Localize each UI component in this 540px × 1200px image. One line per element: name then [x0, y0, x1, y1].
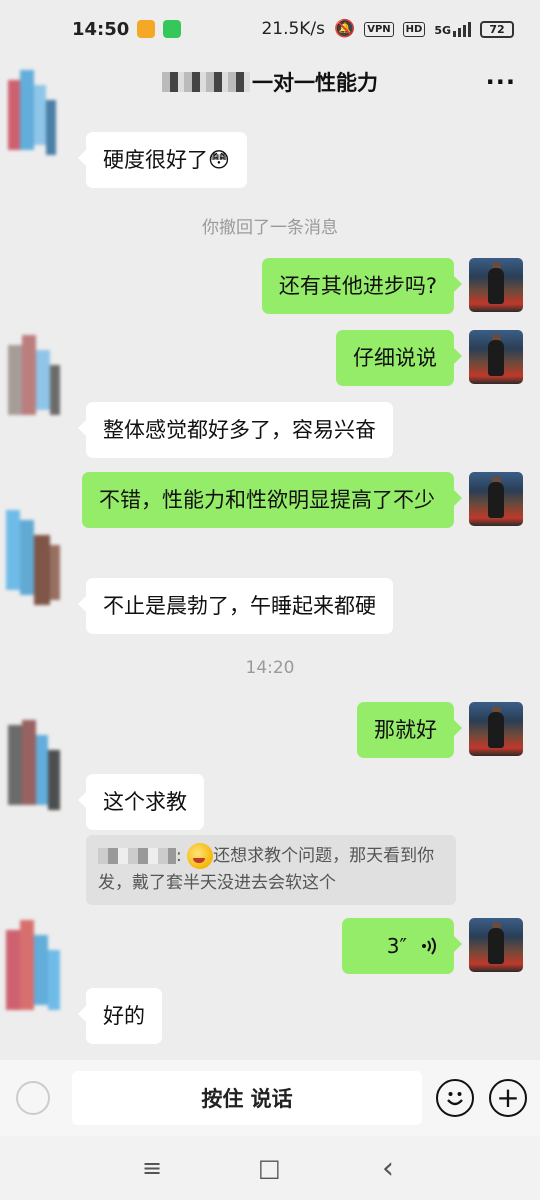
- message-text: 这个求教: [103, 790, 187, 814]
- redacted-name: [98, 848, 176, 864]
- input-bar: 按住 说话 +: [0, 1060, 540, 1136]
- message-text: 硬度很好了😳: [103, 148, 230, 172]
- message-outgoing[interactable]: 仔细说说: [336, 330, 462, 386]
- voice-bubble[interactable]: 3″: [342, 918, 462, 974]
- contact-avatar[interactable]: [0, 910, 78, 1050]
- message-bubble[interactable]: 好的: [78, 988, 162, 1044]
- message-bubble[interactable]: 这个求教: [78, 774, 204, 830]
- notification-app-icon: [163, 20, 182, 38]
- message-bubble[interactable]: 整体感觉都好多了，容易兴奋: [78, 402, 393, 458]
- contact-avatar[interactable]: [0, 325, 78, 465]
- chat-area[interactable]: 硬度很好了😳 你撤回了一条消息 还有其他进步吗? 仔细说说 整体感觉都好多了，容…: [0, 70, 540, 1060]
- smirk-emoji-icon: [187, 843, 214, 869]
- message-bubble[interactable]: 那就好: [357, 702, 462, 758]
- message-incoming[interactable]: 这个求教: [78, 774, 204, 830]
- mute-bell-icon: 🔕: [334, 19, 356, 39]
- message-text: 不止是晨勃了，午睡起来都硬: [103, 594, 376, 618]
- signal-icon: 5G: [434, 21, 471, 37]
- status-indicators: 21.5K/s 🔕 VPN HD 5G 72: [261, 19, 514, 39]
- battery-icon: 72: [480, 20, 514, 38]
- message-text: 那就好: [374, 718, 437, 742]
- my-avatar[interactable]: [469, 258, 523, 312]
- message-text: 好的: [103, 1004, 145, 1028]
- voice-message[interactable]: 3″: [342, 918, 462, 974]
- hd-icon: HD: [402, 21, 426, 37]
- message-text: 整体感觉都好多了，容易兴奋: [103, 418, 376, 442]
- message-bubble[interactable]: 仔细说说: [336, 330, 462, 386]
- message-bubble[interactable]: 不止是晨勃了，午睡起来都硬: [78, 578, 393, 634]
- contact-avatar[interactable]: [0, 490, 78, 630]
- voice-mode-toggle-icon[interactable]: [16, 1081, 50, 1115]
- more-options-button[interactable]: ···: [486, 68, 516, 96]
- system-nav-bar: ≡ □ ‹: [0, 1136, 540, 1200]
- message-bubble[interactable]: 硬度很好了😳: [78, 132, 247, 188]
- message-incoming[interactable]: 整体感觉都好多了，容易兴奋: [78, 402, 393, 458]
- back-nav-icon[interactable]: ‹: [382, 1151, 394, 1186]
- my-avatar[interactable]: [469, 702, 523, 756]
- timestamp: 14:20: [245, 658, 295, 678]
- message-outgoing[interactable]: 还有其他进步吗?: [261, 258, 463, 314]
- home-nav-icon[interactable]: □: [258, 1154, 281, 1182]
- status-time: 14:50: [72, 18, 130, 40]
- notification-app-icon: [137, 20, 156, 38]
- contact-avatar[interactable]: [0, 60, 78, 200]
- vpn-icon: VPN: [364, 21, 394, 37]
- message-incoming[interactable]: 好的: [78, 988, 162, 1044]
- chat-header: 一对一性能力 ···: [0, 58, 540, 106]
- message-outgoing[interactable]: 不错，性能力和性欲明显提高了不少: [82, 472, 462, 528]
- message-text: 不错，性能力和性欲明显提高了不少: [99, 488, 435, 512]
- redacted-name: [162, 72, 250, 92]
- menu-nav-icon[interactable]: ≡: [142, 1154, 162, 1182]
- message-text: 还有其他进步吗?: [278, 274, 437, 298]
- message-outgoing[interactable]: 那就好: [357, 702, 462, 758]
- network-speed: 21.5K/s: [261, 19, 326, 39]
- hold-to-talk-button[interactable]: 按住 说话: [72, 1071, 422, 1125]
- smiley-icon: [447, 1092, 463, 1106]
- my-avatar[interactable]: [469, 918, 523, 972]
- quoted-message[interactable]: : 还想求教个问题，那天看到你发，戴了套半天没进去会软这个: [86, 835, 456, 905]
- message-bubble[interactable]: 还有其他进步吗?: [261, 258, 463, 314]
- chat-title: 一对一性能力: [252, 71, 378, 95]
- system-notice: 你撤回了一条消息: [202, 218, 338, 238]
- emoji-icon[interactable]: [436, 1079, 474, 1117]
- contact-avatar[interactable]: [0, 710, 78, 850]
- message-incoming[interactable]: 硬度很好了😳: [78, 132, 247, 188]
- my-avatar[interactable]: [469, 472, 523, 526]
- message-bubble[interactable]: 不错，性能力和性欲明显提高了不少: [82, 472, 462, 528]
- message-incoming[interactable]: 不止是晨勃了，午睡起来都硬: [78, 578, 393, 634]
- status-bar: 14:50 21.5K/s 🔕 VPN HD 5G 72: [0, 0, 540, 58]
- add-button[interactable]: +: [489, 1079, 527, 1117]
- voice-duration: 3″: [386, 934, 407, 958]
- my-avatar[interactable]: [469, 330, 523, 384]
- voice-wave-icon: [422, 937, 436, 955]
- message-text: 仔细说说: [353, 346, 437, 370]
